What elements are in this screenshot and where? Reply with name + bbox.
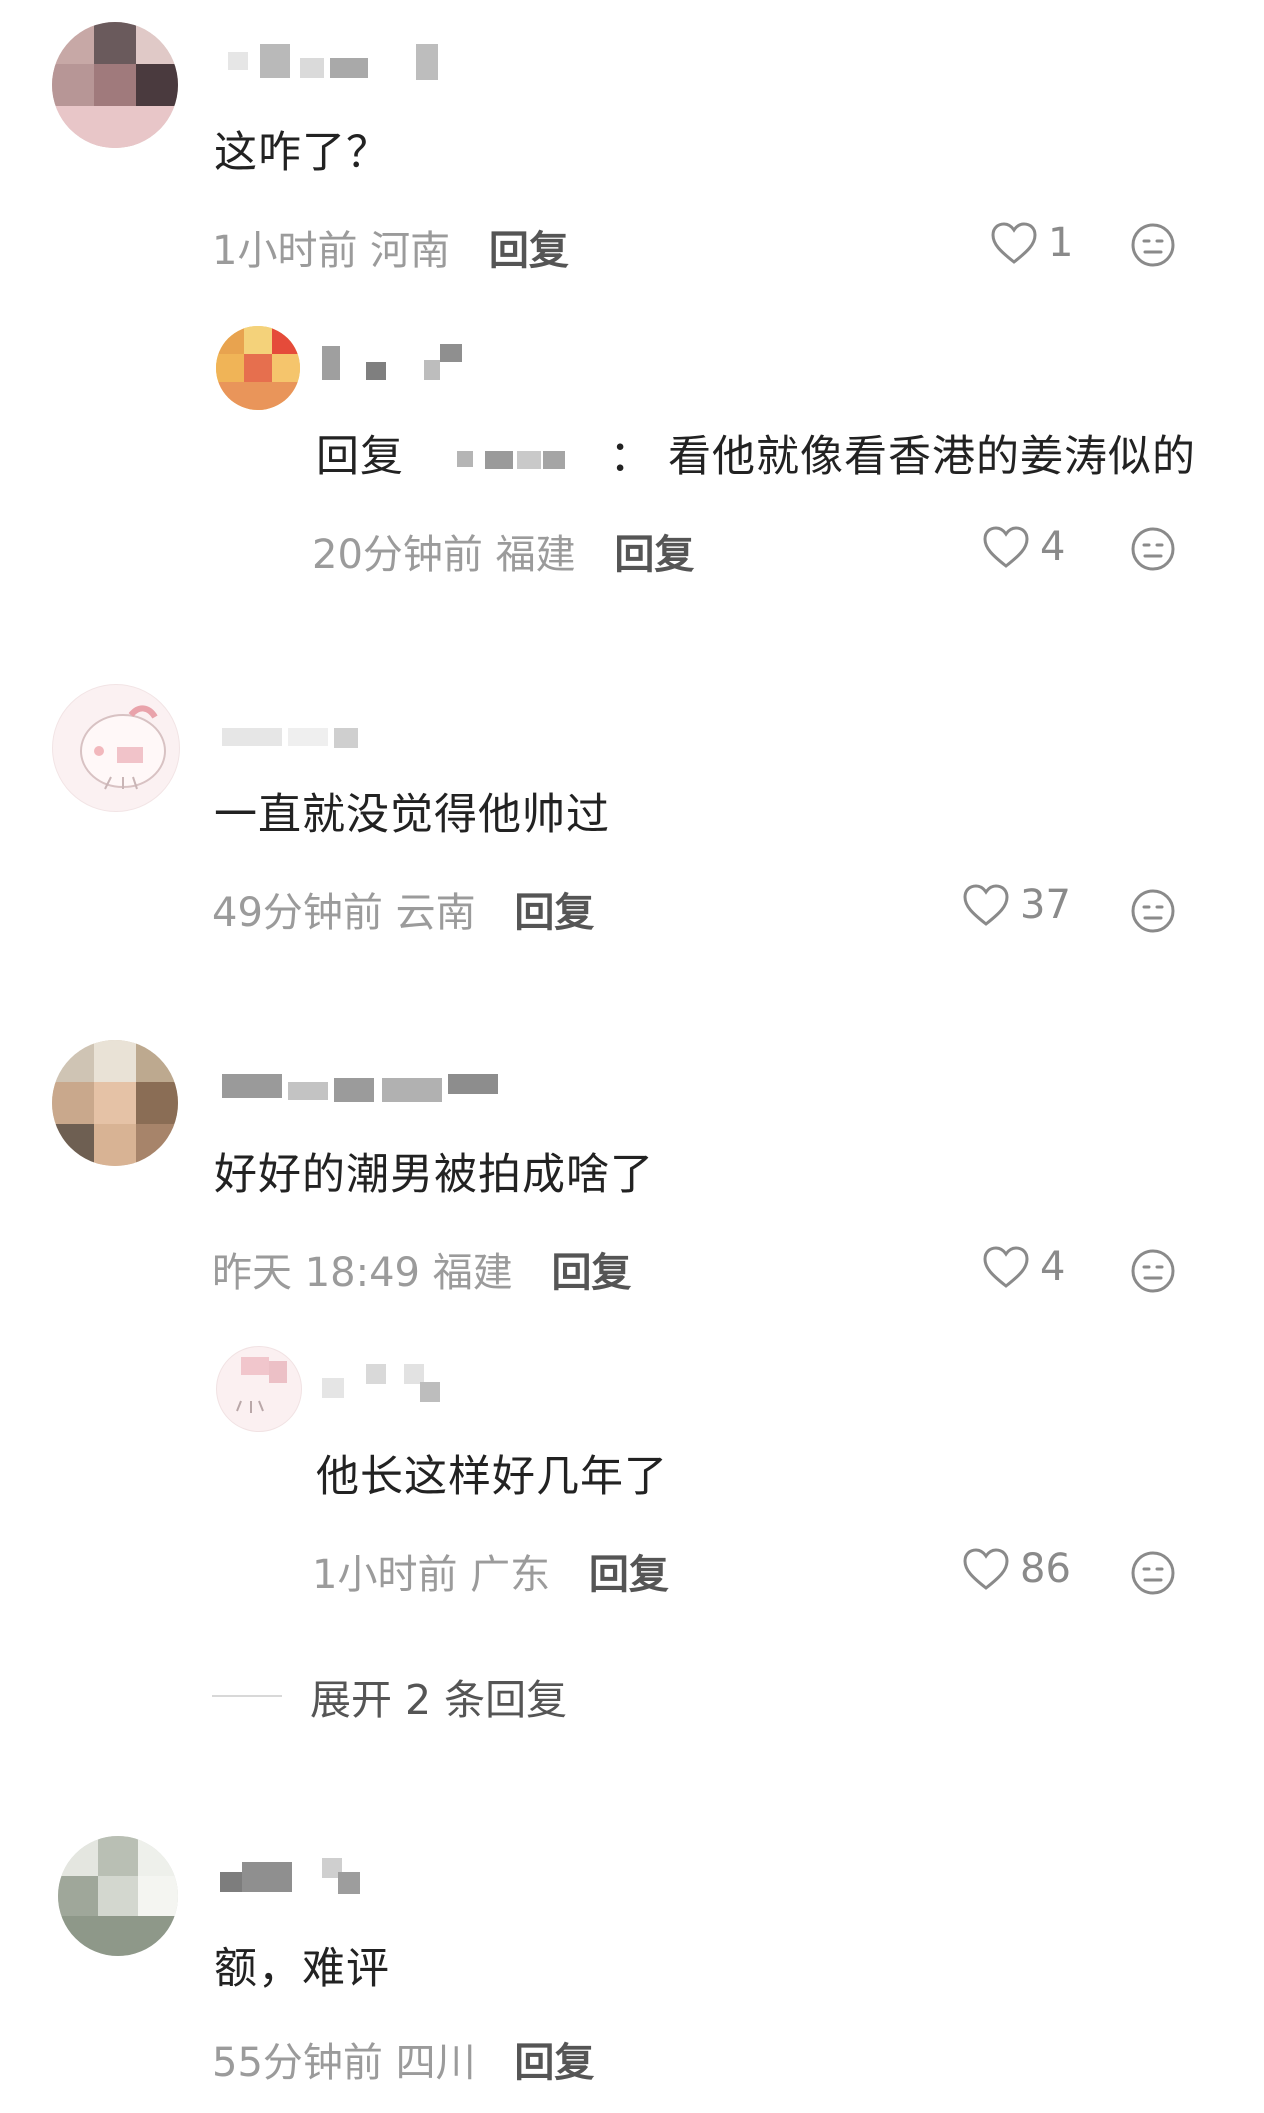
neutral-face-icon[interactable] [1130,222,1176,272]
watermark [1240,2073,1248,2103]
expand-replies-button[interactable]: 展开 2 条回复 [212,1666,567,1726]
location: 河南 [370,228,451,274]
reply-body: 看他就像看香港的姜涛似的 [668,432,1197,482]
neutral-face-icon[interactable] [1130,1248,1176,1298]
comment-meta: 20分钟前 福建 回复 [312,522,694,580]
like-button[interactable]: 4 [982,1244,1065,1290]
avatar[interactable] [52,1040,178,1166]
timestamp: 1小时前 [312,1552,458,1598]
like-count: 4 [1040,524,1066,570]
location: 广东 [470,1552,551,1598]
reply-colon: ： [609,432,654,482]
timestamp: 55分钟前 [212,2040,383,2086]
like-button[interactable]: 86 [962,1546,1071,1592]
timestamp: 1小时前 [212,228,358,274]
like-count: 1 [1048,220,1074,266]
like-count: 4 [1040,1244,1066,1290]
timestamp: 20分钟前 [312,532,483,578]
username-redacted[interactable] [218,1072,508,1108]
avatar[interactable] [58,1836,178,1956]
reply-button[interactable]: 回复 [489,228,569,274]
location: 福建 [495,532,576,578]
timestamp: 昨天 18:49 [212,1250,420,1296]
location: 云南 [395,890,476,936]
username-redacted[interactable] [322,1364,452,1402]
neutral-face-icon[interactable] [1130,526,1176,576]
timestamp: 49分钟前 [212,890,383,936]
like-count: 86 [1020,1546,1071,1592]
comment-meta: 49分钟前 云南 回复 [212,880,594,938]
comment-meta: 55分钟前 四川 回复 [212,2030,594,2088]
cartoon-avatar-icon [80,705,166,790]
comment-text: 回复 ： 看他就像看香港的姜涛似的 [316,422,1196,484]
cartoon-avatar-icon [236,1357,287,1413]
username-redacted[interactable] [218,722,358,758]
reply-button[interactable]: 回复 [551,1250,631,1296]
avatar[interactable] [216,1346,302,1432]
comment-text: 额，难评 [214,1944,390,1994]
comment-meta: 昨天 18:49 福建 回复 [212,1240,631,1298]
comment-text: 这咋了？ [214,128,390,178]
like-button[interactable]: 4 [982,524,1065,570]
comment-meta: 1小时前 河南 回复 [212,218,569,276]
reply-button[interactable]: 回复 [589,1552,669,1598]
comment-meta: 1小时前 广东 回复 [312,1542,669,1600]
expand-replies-label: 展开 2 条回复 [310,1676,568,1724]
reply-prefix: 回复 [316,432,404,482]
heart-outline-icon [991,222,1037,264]
comment-text: 他长这样好几年了 [316,1452,668,1502]
reply-button[interactable]: 回复 [514,890,594,936]
avatar[interactable] [216,326,300,410]
comment-text: 一直就没觉得他帅过 [214,790,610,840]
like-button[interactable]: 37 [962,882,1071,928]
heart-outline-icon [963,1548,1009,1590]
reply-button[interactable]: 回复 [614,532,694,578]
username-redacted[interactable] [218,1856,378,1894]
like-count: 37 [1020,882,1071,928]
heart-outline-icon [983,1246,1029,1288]
avatar[interactable] [52,684,180,812]
heart-outline-icon [963,884,1009,926]
location: 福建 [432,1250,513,1296]
like-button[interactable]: 1 [990,220,1073,266]
divider-line [212,1695,282,1697]
replied-username-redacted[interactable] [427,443,587,473]
neutral-face-icon[interactable] [1130,888,1176,938]
location: 四川 [395,2040,476,2086]
username-redacted[interactable] [322,344,482,380]
heart-outline-icon [983,526,1029,568]
comment-text: 好好的潮男被拍成啥了 [214,1150,654,1200]
neutral-face-icon[interactable] [1130,1550,1176,1600]
avatar[interactable] [52,22,178,148]
reply-button[interactable]: 回复 [514,2040,594,2086]
username-redacted[interactable] [218,44,448,80]
